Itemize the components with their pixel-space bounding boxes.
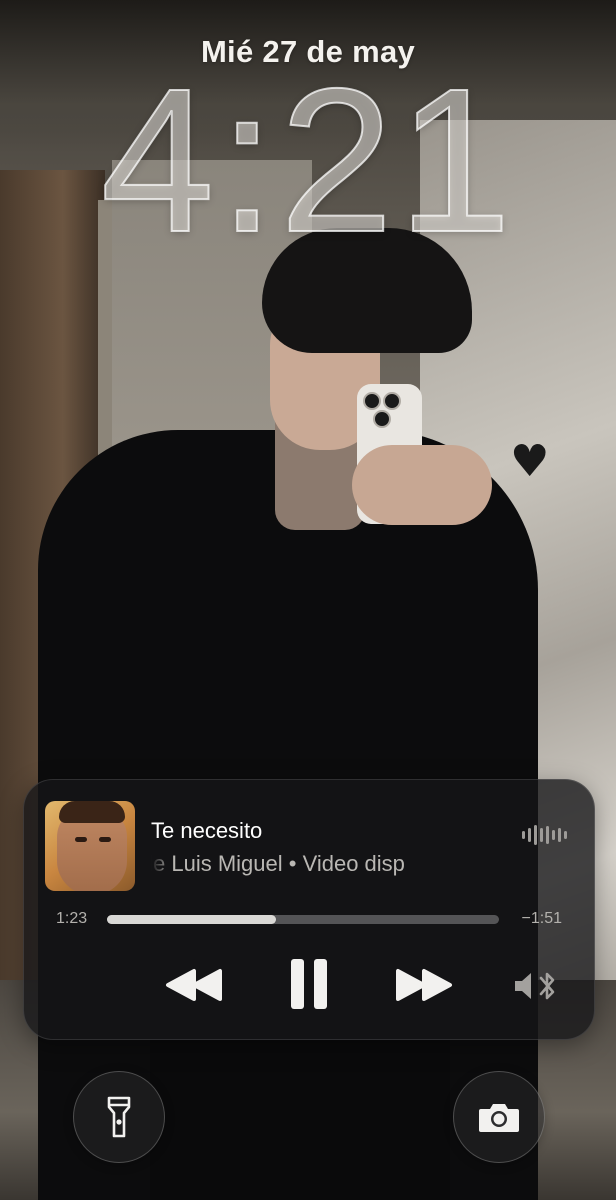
forward-icon (396, 969, 452, 1001)
audio-output-button[interactable] (512, 966, 560, 1006)
flashlight-button[interactable] (73, 1071, 165, 1163)
camera-button[interactable] (453, 1071, 545, 1163)
lock-clock: 4:21 (100, 46, 516, 275)
flashlight-icon (107, 1096, 131, 1138)
forward-button[interactable] (389, 960, 459, 1010)
track-subtitle: ible Luis Miguel • Video disp (151, 851, 405, 876)
camera-icon (479, 1104, 519, 1132)
playback-scrubber[interactable] (107, 915, 499, 924)
playback-progress-fill (107, 915, 276, 924)
remaining-time: −1:51 (521, 910, 562, 927)
pause-icon (291, 959, 327, 1009)
heart-sticker-icon: ♥ (510, 436, 550, 487)
rewind-button[interactable] (159, 960, 229, 1010)
album-artwork[interactable] (45, 801, 135, 891)
pause-button[interactable] (279, 952, 339, 1016)
wallpaper-hand (352, 445, 492, 525)
elapsed-time: 1:23 (56, 910, 88, 927)
backward-icon (166, 969, 222, 1001)
track-subtitle-marquee: ible Luis Miguel • Video disp (151, 851, 509, 881)
speaker-bluetooth-icon (515, 972, 555, 1000)
now-playing-widget[interactable]: Te necesito ible Luis Miguel • Video dis… (23, 779, 595, 1040)
audio-waveform-icon[interactable] (522, 824, 567, 846)
track-title: Te necesito (151, 818, 263, 843)
